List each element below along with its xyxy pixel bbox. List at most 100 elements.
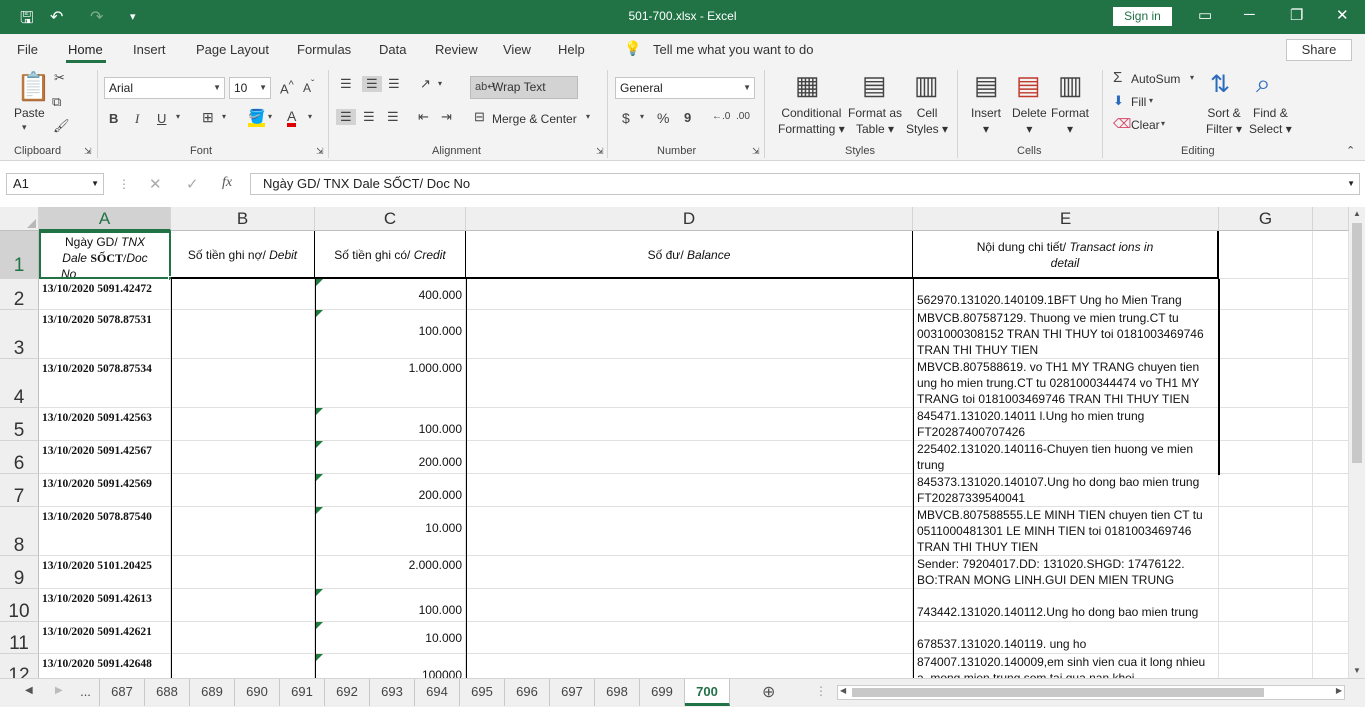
tab-home[interactable]: Home [68,42,103,57]
debit-cell[interactable] [171,310,315,359]
format-painter-icon[interactable]: 🖌 [53,118,70,134]
sheet-tab[interactable]: 696 [505,679,550,706]
empty-cell[interactable] [1313,654,1349,678]
row-header-5[interactable]: 5 [0,408,39,441]
increase-indent-icon[interactable]: ⇥ [441,109,452,125]
tab-review[interactable]: Review [435,42,478,57]
credit-cell[interactable]: 100.000 [315,310,466,359]
clear-button[interactable]: Clear [1131,117,1160,133]
balance-cell[interactable] [466,654,913,678]
debit-cell[interactable] [171,441,315,474]
wrap-text-button[interactable]: ab↵ Wrap Text [470,76,578,99]
empty-cell[interactable] [1313,507,1349,556]
bold-button[interactable]: B [109,111,118,126]
error-indicator-icon[interactable] [315,474,323,482]
credit-cell[interactable]: 2.000.000 [315,556,466,589]
number-launcher-icon[interactable]: ⇲ [752,146,760,157]
delete-cells-icon[interactable]: ▤ [1016,70,1041,101]
empty-cell[interactable] [1313,589,1349,622]
row-header-2[interactable]: 2 [0,279,39,310]
worksheet-grid[interactable]: A B C D E G 1 2 3 4 5 6 7 8 9 10 11 12 N… [0,207,1349,678]
insert-cells-icon[interactable]: ▤ [974,70,999,101]
sheet-tab[interactable]: 694 [415,679,460,706]
error-indicator-icon[interactable] [315,622,323,630]
horizontal-scroll-thumb[interactable] [852,688,1264,697]
scroll-up-icon[interactable]: ▲ [1353,209,1361,218]
empty-cell[interactable] [1313,408,1349,441]
clear-icon[interactable]: ⌫ [1113,116,1131,132]
error-indicator-icon[interactable] [315,441,323,449]
detail-cell[interactable]: 678537.131020.140119. ung ho [913,622,1219,654]
sheet-tab[interactable]: 698 [595,679,640,706]
autosum-button[interactable]: AutoSum [1131,71,1180,87]
empty-cell[interactable] [1219,507,1313,556]
row-header-9[interactable]: 9 [0,556,39,589]
ribbon-display-icon[interactable]: ▭ [1198,6,1212,24]
copy-icon[interactable]: ⧉ [52,94,61,110]
debit-cell[interactable] [171,279,315,310]
sort-filter-button[interactable]: Sort & Filter ▾ [1206,105,1242,137]
empty-cell[interactable] [1219,359,1313,408]
find-select-button[interactable]: Find & Select ▾ [1249,105,1292,137]
vertical-scrollbar[interactable]: ▲ ▼ [1349,207,1365,678]
balance-cell[interactable] [466,359,913,408]
sheet-tab[interactable]: 697 [550,679,595,706]
tell-me-search[interactable]: Tell me what you want to do [653,42,813,57]
column-header-e[interactable]: E [913,207,1219,231]
cell-d1[interactable]: Số đư/ Balance [466,231,913,279]
chevron-down-icon[interactable]: ▾ [308,112,312,121]
formula-input[interactable]: Ngày GD/ TNX Dale SỐCT/ Doc No ▼ [250,173,1360,195]
column-header-g[interactable]: G [1219,207,1313,231]
sheet-tab[interactable]: 687 [100,679,145,706]
font-size-combo[interactable]: 10 ▼ [229,77,271,99]
conditional-formatting-button[interactable]: Conditional Formatting ▾ [778,105,845,137]
debit-cell[interactable] [171,359,315,408]
date-doc-cell[interactable]: 13/10/2020 5091.42648 [39,654,171,678]
scroll-down-icon[interactable]: ▼ [1353,666,1361,675]
find-select-icon[interactable]: ⌕ [1256,68,1271,100]
format-cells-icon[interactable]: ▥ [1058,70,1083,101]
clipboard-launcher-icon[interactable]: ⇲ [84,146,92,157]
font-color-icon[interactable]: A [287,109,297,127]
format-as-table-button[interactable]: Format as Table ▾ [848,105,902,137]
date-doc-cell[interactable]: 13/10/2020 5091.42613 [39,589,171,622]
debit-cell[interactable] [171,408,315,441]
enter-icon[interactable]: ✓ [186,175,199,193]
date-doc-cell[interactable]: 13/10/2020 5091.42567 [39,441,171,474]
paste-icon[interactable]: 📋 [16,70,51,103]
tab-data[interactable]: Data [379,42,406,57]
date-doc-cell[interactable]: 13/10/2020 5091.42563 [39,408,171,441]
detail-cell[interactable]: 743442.131020.140112.Ung ho dong bao mie… [913,589,1219,622]
detail-cell[interactable]: Sender: 79204017.DD: 131020.SHGD: 174761… [913,556,1219,589]
tab-formulas[interactable]: Formulas [297,42,351,57]
tab-view[interactable]: View [503,42,531,57]
empty-cell[interactable] [1219,589,1313,622]
date-doc-cell[interactable]: 13/10/2020 5091.42569 [39,474,171,507]
empty-cell[interactable] [1313,359,1349,408]
underline-button[interactable]: U [157,111,166,126]
detail-cell[interactable]: 845373.131020.140107.Ung ho dong bao mie… [913,474,1219,507]
error-indicator-icon[interactable] [315,408,323,416]
debit-cell[interactable] [171,556,315,589]
date-doc-cell[interactable]: 13/10/2020 5101.20425 [39,556,171,589]
share-button[interactable]: Share [1286,39,1352,61]
detail-cell[interactable]: 225402.131020.140116-Chuyen tien huong v… [913,441,1219,474]
align-center-icon[interactable]: ☰ [363,109,375,125]
maximize-icon[interactable]: ❐ [1290,6,1303,24]
new-sheet-icon[interactable]: ⊕ [762,682,775,702]
merge-center-icon[interactable]: ⊟ [474,109,485,125]
chevron-down-icon[interactable]: ▾ [1149,96,1153,105]
cell-g1[interactable] [1219,231,1313,279]
paste-label[interactable]: Paste [14,105,45,121]
error-indicator-icon[interactable] [315,589,323,597]
horizontal-scrollbar[interactable]: ◀ ▶ [837,685,1345,700]
tab-file[interactable]: File [17,42,38,57]
tab-help[interactable]: Help [558,42,585,57]
format-button[interactable]: Format ▾ [1051,105,1089,137]
number-format-combo[interactable]: General ▼ [615,77,755,99]
row-header-7[interactable]: 7 [0,474,39,507]
increase-decimal-icon[interactable]: ←.0 [712,111,730,122]
close-icon[interactable]: ✕ [1336,6,1349,24]
error-indicator-icon[interactable] [315,654,323,662]
credit-cell[interactable]: 400.000 [315,279,466,310]
